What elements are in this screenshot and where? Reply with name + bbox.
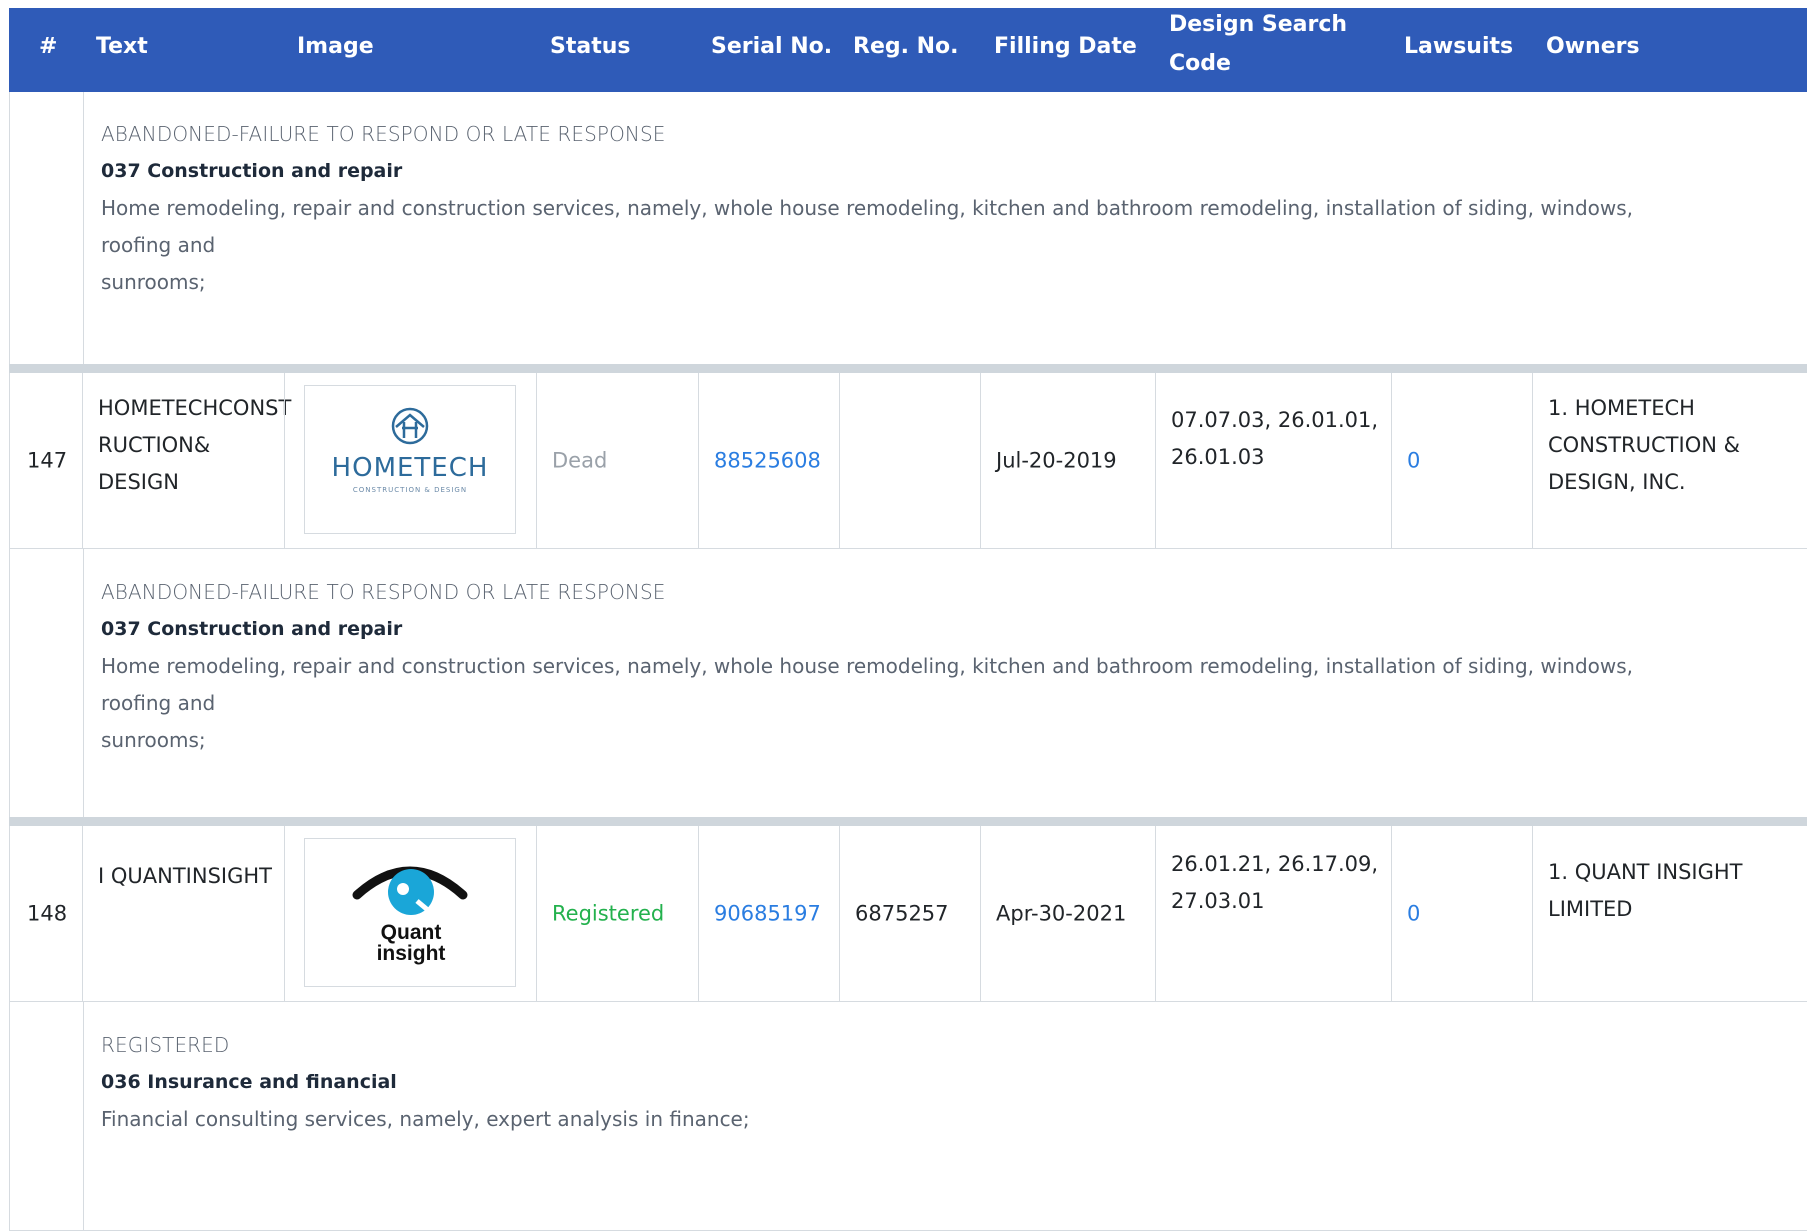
goods-services-panel: ABANDONED-FAILURE TO RESPOND OR LATE RES… bbox=[9, 549, 1807, 818]
reg-number: 6875257 bbox=[855, 901, 949, 926]
desc-number-cell bbox=[10, 92, 84, 364]
mark-text-cell: I QUANTINSIGHT bbox=[82, 826, 284, 1002]
desc-status-text: REGISTERED bbox=[101, 1033, 230, 1057]
goods-services-content: ABANDONED-FAILURE TO RESPOND OR LATE RES… bbox=[101, 116, 1688, 301]
desc-number-cell bbox=[10, 1002, 84, 1230]
lawsuits-cell: 0 bbox=[1391, 373, 1532, 549]
mark-text: HOMETECHCONST RUCTION& DESIGN bbox=[98, 390, 292, 501]
mark-text: I QUANTINSIGHT bbox=[98, 858, 276, 895]
owners: 1. QUANT INSIGHT LIMITED bbox=[1548, 854, 1799, 928]
owner-line: 1. HOMETECH bbox=[1548, 396, 1695, 420]
owners-cell: 1. QUANT INSIGHT LIMITED bbox=[1532, 826, 1807, 1002]
mark-image-cell: Quant insight bbox=[284, 826, 536, 1002]
col-header-filing-date[interactable]: Filling Date bbox=[994, 27, 1137, 66]
serial-cell: 88525608 bbox=[698, 373, 839, 549]
design-code-line: 26.01.03 bbox=[1171, 445, 1265, 469]
logo-word1: Quant bbox=[381, 921, 442, 944]
serial-number-link[interactable]: 90685197 bbox=[699, 896, 839, 933]
goods-services-content: ABANDONED-FAILURE TO RESPOND OR LATE RES… bbox=[101, 574, 1688, 759]
row-number-cell: 147 bbox=[9, 373, 82, 549]
desc-goods-line1: Home remodeling, repair and construction… bbox=[101, 654, 1634, 715]
desc-class-title: 037 Construction and repair bbox=[101, 160, 403, 182]
col-header-image[interactable]: Image bbox=[297, 27, 374, 66]
design-codes: 26.01.21, 26.17.09, 27.03.01 bbox=[1171, 846, 1383, 920]
col-header-design-code[interactable]: Design Search Code bbox=[1169, 5, 1359, 83]
mark-text-cell: HOMETECHCONST RUCTION& DESIGN bbox=[82, 373, 292, 549]
table-row[interactable]: 148 I QUANTINSIGHT Quant insight Registe… bbox=[9, 826, 1807, 1002]
col-header-design-code-line2: Code bbox=[1169, 51, 1231, 76]
desc-goods-line1: Financial consulting services, namely, e… bbox=[101, 1107, 750, 1131]
row-number: 148 bbox=[27, 901, 68, 926]
desc-class-title: 036 Insurance and financial bbox=[101, 1071, 397, 1093]
serial-number-link[interactable]: 88525608 bbox=[699, 443, 839, 480]
desc-status-text: ABANDONED-FAILURE TO RESPOND OR LATE RES… bbox=[101, 122, 666, 146]
status-text: Dead bbox=[552, 448, 608, 473]
lawsuits-link[interactable]: 0 bbox=[1392, 443, 1532, 480]
status-cell: Dead bbox=[536, 373, 698, 549]
logo-word2: insight bbox=[377, 942, 446, 965]
design-codes: 07.07.03, 26.01.01, 26.01.03 bbox=[1171, 402, 1383, 476]
row-number: 147 bbox=[27, 448, 68, 473]
house-logo-icon: HOMETECH CONSTRUCTION & DESIGN bbox=[332, 407, 489, 494]
logo-brand-text: HOMETECH bbox=[332, 453, 489, 483]
desc-class-title: 037 Construction and repair bbox=[101, 618, 403, 640]
desc-goods-line2: sunrooms; bbox=[101, 728, 206, 752]
owner-line: LIMITED bbox=[1548, 897, 1633, 921]
owners-cell: 1. HOMETECH CONSTRUCTION & DESIGN, INC. bbox=[1532, 373, 1807, 549]
col-header-text[interactable]: Text bbox=[96, 27, 148, 66]
eye-logo-icon: Quant insight bbox=[352, 866, 468, 965]
logo-sub-text: CONSTRUCTION & DESIGN bbox=[353, 486, 467, 494]
row-number-cell: 148 bbox=[9, 826, 82, 1002]
col-header-design-code-line1: Design Search bbox=[1169, 12, 1348, 37]
goods-services-panel: ABANDONED-FAILURE TO RESPOND OR LATE RES… bbox=[9, 92, 1807, 365]
status-text: Registered bbox=[552, 901, 665, 926]
reg-cell bbox=[839, 373, 980, 549]
desc-goods-line2: sunrooms; bbox=[101, 270, 206, 294]
col-header-serial[interactable]: Serial No. bbox=[711, 27, 832, 66]
table-header: # Text Image Status Serial No. Reg. No. … bbox=[9, 8, 1807, 92]
lawsuits-link[interactable]: 0 bbox=[1392, 896, 1532, 933]
filing-date-cell: Apr-30-2021 bbox=[980, 826, 1155, 1002]
col-header-lawsuits[interactable]: Lawsuits bbox=[1404, 27, 1513, 66]
status-cell: Registered bbox=[536, 826, 698, 1002]
filing-date: Jul-20-2019 bbox=[996, 448, 1117, 473]
table-row[interactable]: 147 HOMETECHCONST RUCTION& DESIGN HOMETE… bbox=[9, 373, 1807, 549]
row-separator bbox=[9, 364, 1807, 373]
col-header-number[interactable]: # bbox=[39, 27, 57, 66]
mark-image[interactable]: Quant insight bbox=[304, 838, 516, 987]
filing-date-cell: Jul-20-2019 bbox=[980, 373, 1155, 549]
goods-services-content: REGISTERED 036 Insurance and financial F… bbox=[101, 1027, 1688, 1138]
design-code-line: 26.01.21, 26.17.09, bbox=[1171, 852, 1379, 876]
owner-line: CONSTRUCTION & bbox=[1548, 433, 1740, 457]
serial-cell: 90685197 bbox=[698, 826, 839, 1002]
mark-image[interactable]: HOMETECH CONSTRUCTION & DESIGN bbox=[304, 385, 516, 534]
mark-text-line: DESIGN bbox=[98, 470, 179, 494]
design-code-line: 07.07.03, 26.01.01, bbox=[1171, 408, 1379, 432]
mark-text-line: HOMETECHCONST bbox=[98, 396, 292, 420]
reg-cell: 6875257 bbox=[839, 826, 980, 1002]
design-code-line: 27.03.01 bbox=[1171, 889, 1265, 913]
col-header-owners[interactable]: Owners bbox=[1546, 27, 1640, 66]
mark-text-line: I QUANTINSIGHT bbox=[98, 864, 272, 888]
owner-line: 1. QUANT INSIGHT bbox=[1548, 860, 1743, 884]
mark-text-line: RUCTION& bbox=[98, 433, 211, 457]
desc-number-cell bbox=[10, 549, 84, 817]
owner-line: DESIGN, INC. bbox=[1548, 470, 1686, 494]
filing-date: Apr-30-2021 bbox=[996, 901, 1127, 926]
col-header-reg[interactable]: Reg. No. bbox=[853, 27, 959, 66]
mark-image-cell: HOMETECH CONSTRUCTION & DESIGN bbox=[284, 373, 536, 549]
lawsuits-cell: 0 bbox=[1391, 826, 1532, 1002]
owners: 1. HOMETECH CONSTRUCTION & DESIGN, INC. bbox=[1548, 390, 1799, 501]
desc-status-text: ABANDONED-FAILURE TO RESPOND OR LATE RES… bbox=[101, 580, 666, 604]
design-code-cell: 07.07.03, 26.01.01, 26.01.03 bbox=[1155, 373, 1391, 549]
goods-services-panel: REGISTERED 036 Insurance and financial F… bbox=[9, 1002, 1807, 1231]
design-code-cell: 26.01.21, 26.17.09, 27.03.01 bbox=[1155, 826, 1391, 1002]
row-separator bbox=[9, 817, 1807, 826]
desc-goods-line1: Home remodeling, repair and construction… bbox=[101, 196, 1634, 257]
col-header-status[interactable]: Status bbox=[550, 27, 630, 66]
